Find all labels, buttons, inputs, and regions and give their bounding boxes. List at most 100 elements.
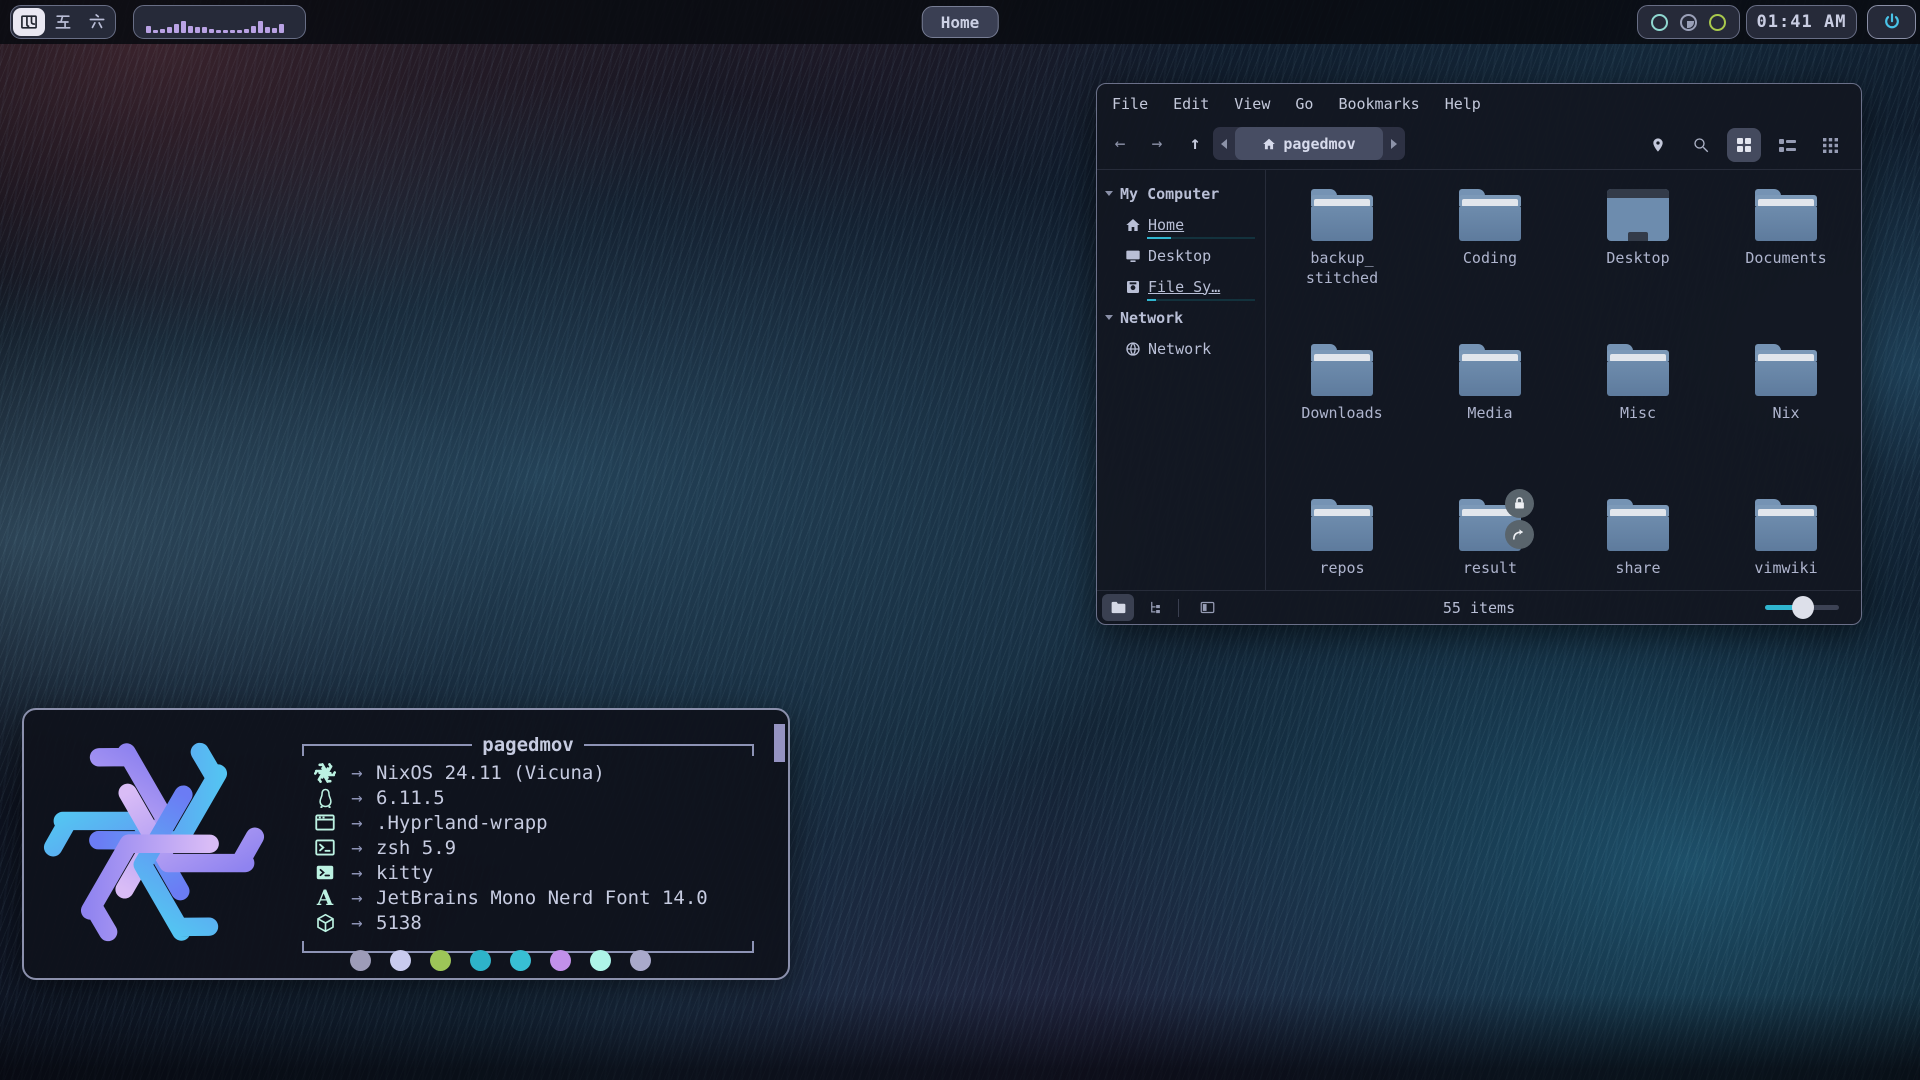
chevron-left-icon (1221, 139, 1227, 149)
folder-item-backup-stitched[interactable]: backup_ stitched (1268, 174, 1416, 329)
icon-view-button[interactable] (1727, 128, 1761, 162)
hanzi-si-icon (19, 12, 39, 32)
folder-item-desktop[interactable]: Desktop (1564, 174, 1712, 329)
palette-dot (550, 950, 571, 971)
window-body: My Computer Home Desktop File Sy… Networ… (1097, 169, 1861, 590)
lock-badge (1505, 489, 1534, 518)
palette-dot (430, 950, 451, 971)
focused-window-pill[interactable]: Home (922, 6, 999, 38)
menu-go[interactable]: Go (1295, 95, 1313, 122)
folder-label: Misc (1620, 403, 1656, 423)
terminal-icon (312, 862, 338, 884)
fetch-shell-value: zsh 5.9 (376, 837, 456, 859)
workspace-switcher (10, 5, 116, 39)
toolbar: ← → ↑ pagedmov (1097, 122, 1861, 169)
home-icon (1125, 217, 1141, 233)
palette-dot (630, 950, 651, 971)
arrow-icon: → (338, 837, 376, 859)
sidebar-item-desktop[interactable]: Desktop (1103, 240, 1265, 271)
terminal-color-palette (350, 950, 651, 971)
folder-item-coding[interactable]: Coding (1416, 174, 1564, 329)
path-segment-home[interactable]: pagedmov (1235, 127, 1383, 160)
sidebar-item-filesystem[interactable]: File Sy… (1103, 271, 1265, 302)
visualizer-bar (244, 29, 249, 33)
back-button[interactable]: ← (1105, 128, 1135, 158)
zoom-slider[interactable] (1765, 605, 1839, 610)
folder-label: vimwiki (1754, 558, 1817, 578)
fetch-terminal-value: kitty (376, 862, 433, 884)
visualizer-bar (195, 27, 200, 33)
wm-icon (312, 812, 338, 834)
search-icon (1692, 136, 1710, 154)
arrow-icon: → (338, 912, 376, 934)
disk-usage-bar (1147, 237, 1255, 239)
list-view-button[interactable] (1770, 128, 1804, 162)
sidebar-group-my-computer[interactable]: My Computer (1103, 178, 1265, 209)
status-indicators (1637, 5, 1740, 39)
folder-label: share (1615, 558, 1660, 578)
up-button[interactable]: ↑ (1180, 128, 1210, 158)
power-icon (1882, 12, 1902, 32)
menu-bookmarks[interactable]: Bookmarks (1338, 95, 1419, 122)
compact-view-icon (1823, 138, 1838, 153)
menu-file[interactable]: File (1112, 95, 1148, 122)
packages-icon (312, 912, 338, 934)
folder-label: Desktop (1606, 248, 1669, 268)
folder-icon (1755, 344, 1817, 396)
sidebar-item-home[interactable]: Home (1103, 209, 1265, 240)
folder-icon (1607, 499, 1669, 551)
palette-dot (350, 950, 371, 971)
status-circle-half[interactable] (1680, 14, 1697, 31)
folder-item-downloads[interactable]: Downloads (1268, 329, 1416, 484)
path-scroll-right[interactable] (1383, 139, 1405, 149)
folder-item-documents[interactable]: Documents (1712, 174, 1860, 329)
palette-dot (470, 950, 491, 971)
workspace-6[interactable] (81, 8, 113, 36)
visualizer-bar (146, 26, 151, 33)
folder-label: backup_ stitched (1306, 248, 1378, 288)
search-button[interactable] (1684, 128, 1718, 162)
status-circle-green[interactable] (1709, 14, 1726, 31)
workspace-5[interactable] (47, 8, 79, 36)
palette-dot (590, 950, 611, 971)
power-button[interactable] (1867, 5, 1916, 39)
terminal-window[interactable]: pagedmov → NixOS 24.11 (Vicuna) (22, 708, 790, 980)
file-grid: backup_ stitched Coding Desktop Document… (1268, 174, 1861, 625)
workspace-4[interactable] (13, 8, 45, 36)
fetch-os-value: NixOS 24.11 (Vicuna) (376, 762, 605, 784)
symlink-badge (1505, 520, 1534, 549)
fetch-row-terminal: → kitty (312, 860, 754, 885)
desktop-icon (1125, 248, 1141, 264)
visualizer-bar (202, 27, 207, 33)
sidebar-item-network[interactable]: Network (1103, 333, 1265, 364)
menu-view[interactable]: View (1234, 95, 1270, 122)
folder-item-nix[interactable]: Nix (1712, 329, 1860, 484)
visualizer-bars (146, 11, 293, 33)
sidebar-item-label: Home (1148, 216, 1184, 234)
location-button[interactable] (1641, 128, 1675, 162)
compact-view-button[interactable] (1813, 128, 1847, 162)
zoom-slider-thumb[interactable] (1792, 596, 1814, 619)
menubar: File Edit View Go Bookmarks Help (1097, 84, 1861, 122)
fetch-frame: pagedmov → NixOS 24.11 (Vicuna) (302, 734, 754, 953)
fetch-row-kernel: → 6.11.5 (312, 785, 754, 810)
visualizer-bar (265, 27, 270, 33)
folder-label: repos (1319, 558, 1364, 578)
folder-item-misc[interactable]: Misc (1564, 329, 1712, 484)
folder-item-media[interactable]: Media (1416, 329, 1564, 484)
forward-button[interactable]: → (1142, 128, 1172, 158)
arrow-icon: → (338, 887, 376, 909)
folder-icon (1311, 344, 1373, 396)
menu-help[interactable]: Help (1445, 95, 1481, 122)
fetch-row-wm: → .Hyprland-wrapp (312, 810, 754, 835)
caret-down-icon (1105, 315, 1113, 320)
sidebar-group-network[interactable]: Network (1103, 302, 1265, 333)
path-scroll-left[interactable] (1213, 139, 1235, 149)
caret-down-icon (1105, 191, 1113, 196)
menu-edit[interactable]: Edit (1173, 95, 1209, 122)
status-circle-teal[interactable] (1651, 14, 1668, 31)
folder-icon (1755, 189, 1817, 241)
folder-label: Documents (1745, 248, 1826, 268)
fetch-kernel-value: 6.11.5 (376, 787, 445, 809)
visualizer-bar (174, 24, 179, 33)
